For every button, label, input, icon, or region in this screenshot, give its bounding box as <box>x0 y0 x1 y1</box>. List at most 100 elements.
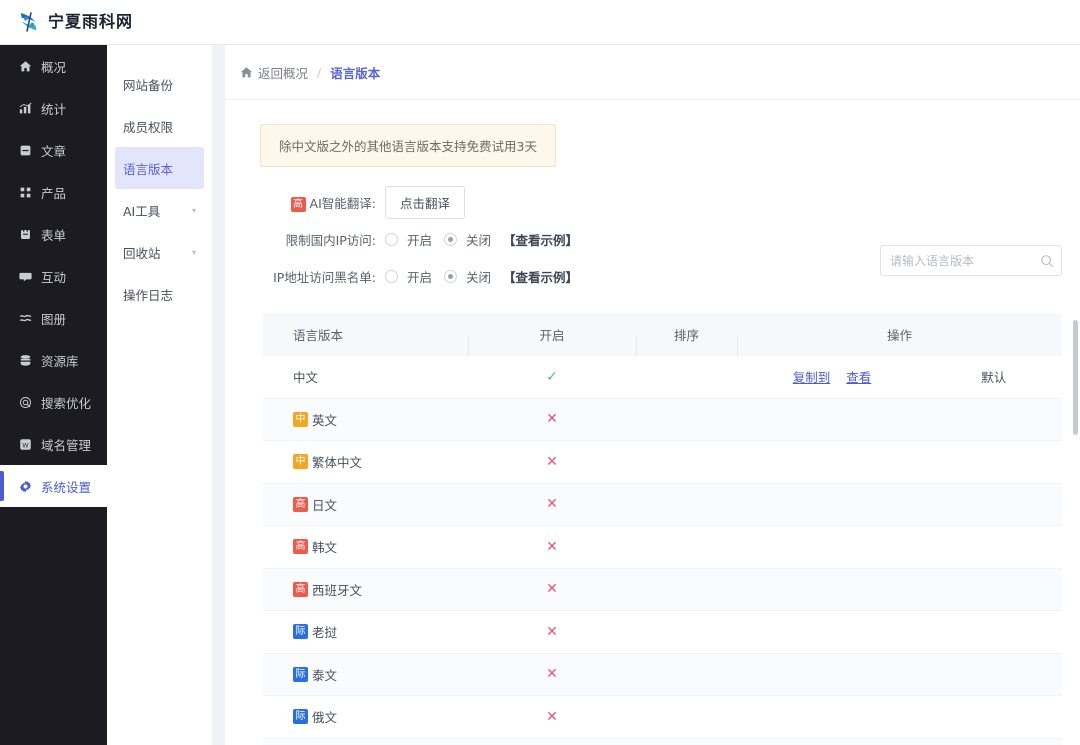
ip-blacklist-example-link[interactable]: 【查看示例】 <box>503 267 578 286</box>
ip-blacklist-off-radio[interactable] <box>444 269 458 283</box>
table-row[interactable]: 中繁体中文 ✕ <box>263 441 1062 484</box>
ip-blacklist-on-radio[interactable] <box>385 269 398 283</box>
ip-blacklist-off-option[interactable]: 关闭 <box>444 267 491 286</box>
language-name: 繁体中文 <box>312 455 363 471</box>
cell-enabled[interactable]: ✕ <box>468 539 636 555</box>
table-row[interactable]: 际俄文 ✕ <box>263 696 1062 739</box>
cross-icon[interactable]: ✕ <box>546 411 558 427</box>
cell-enabled[interactable]: ✕ <box>468 496 636 512</box>
sidebar-item-9[interactable]: W 域名管理 <box>0 423 107 465</box>
ip-restrict-label: 限制国内IP访问: <box>285 232 376 248</box>
subnav-item-label: AI工具 <box>123 203 161 219</box>
cross-icon[interactable]: ✕ <box>546 581 558 597</box>
table-body: 中文 ✓ 复制到 查看 默认中英文 ✕ 中繁体中文 ✕ 高日文 ✕ 高韩文 ✕ 高西班牙文 ✕ 际老挝 ✕ 际泰… <box>263 356 1062 745</box>
sidebar-item-1[interactable]: 统计 <box>0 87 107 129</box>
scrollbar-thumb[interactable] <box>1073 320 1078 435</box>
table-row[interactable]: 中英文 ✕ <box>263 398 1062 441</box>
subnav-item-label: 操作日志 <box>123 287 174 303</box>
table-row[interactable]: 高日文 ✕ <box>263 483 1062 526</box>
ip-restrict-on-label[interactable]: 开启 <box>407 230 432 249</box>
search-box[interactable] <box>880 245 1062 276</box>
database-icon <box>18 353 32 367</box>
language-name: 韩文 <box>312 540 338 556</box>
ip-blacklist-off-label[interactable]: 关闭 <box>466 267 491 286</box>
cell-enabled[interactable]: ✕ <box>468 666 636 682</box>
table-row[interactable]: 际老挝 ✕ <box>263 611 1062 654</box>
cell-enabled[interactable]: ✕ <box>468 581 636 597</box>
table-row[interactable]: 高西班牙文 ✕ <box>263 568 1062 611</box>
table-header-cell-0: 语言版本 <box>293 328 344 343</box>
subnav-item-5[interactable]: 操作日志 <box>115 273 204 315</box>
search-input[interactable] <box>890 253 1040 268</box>
ip-blacklist-on-option[interactable]: 开启 <box>385 267 432 286</box>
chevron-down-icon[interactable]: ▾ <box>192 206 196 215</box>
sidebar-item-8[interactable]: 搜索优化 <box>0 381 107 423</box>
sidebar-item-label: 文章 <box>41 143 67 159</box>
search-icon[interactable] <box>1040 254 1054 268</box>
cross-icon[interactable]: ✕ <box>546 539 558 555</box>
cross-icon[interactable]: ✕ <box>546 454 558 470</box>
brand-name: 宁夏雨科网 <box>48 12 134 31</box>
secondary-nav: 网站备份成员权限语言版本 AI工具 ▾ 回收站 ▾ 操作日志 <box>107 45 212 745</box>
ip-restrict-on-radio[interactable] <box>385 232 398 246</box>
chart-icon <box>18 101 32 115</box>
cross-icon[interactable]: ✕ <box>546 666 558 682</box>
action-link-1[interactable]: 查看 <box>846 367 871 386</box>
subnav-item-2[interactable]: 语言版本 <box>115 147 204 189</box>
chevron-down-icon[interactable]: ▾ <box>192 248 196 257</box>
cell-enabled[interactable]: ✕ <box>468 454 636 470</box>
ip-restrict-off-label[interactable]: 关闭 <box>466 230 491 249</box>
trial-notice: 除中文版之外的其他语言版本支持免费试用3天 <box>260 124 556 167</box>
ip-restrict-example-link[interactable]: 【查看示例】 <box>503 230 578 249</box>
sidebar-item-3[interactable]: 产品 <box>0 171 107 213</box>
breadcrumb-back-link[interactable]: 返回概况 <box>258 63 308 82</box>
sidebar-item-0[interactable]: 概况 <box>0 45 107 87</box>
ip-restrict-on-option[interactable]: 开启 <box>385 230 432 249</box>
cell-enabled[interactable]: ✓ <box>468 369 636 385</box>
cross-icon[interactable]: ✕ <box>546 624 558 640</box>
table-row[interactable]: 际泰文 ✕ <box>263 653 1062 696</box>
subnav-item-label: 语言版本 <box>123 161 174 177</box>
ip-restrict-off-radio[interactable] <box>444 232 458 246</box>
sidebar-item-10[interactable]: 系统设置 <box>0 465 107 507</box>
cell-enabled[interactable]: ✕ <box>468 411 636 427</box>
sidebar-item-label: 统计 <box>41 101 67 117</box>
ip-restrict-off-option[interactable]: 关闭 <box>444 230 491 249</box>
action-link-0[interactable]: 复制到 <box>793 367 831 386</box>
ai-translate-label-text: AI智能翻译: <box>309 195 376 211</box>
check-icon[interactable]: ✓ <box>546 369 558 385</box>
language-name: 西班牙文 <box>312 582 363 598</box>
subnav-item-4[interactable]: 回收站 ▾ <box>115 231 204 273</box>
sidebar-item-7[interactable]: 资源库 <box>0 339 107 381</box>
table-row[interactable]: 中文 ✓ 复制到 查看 默认 <box>263 356 1062 399</box>
sidebar-item-label: 产品 <box>41 185 67 201</box>
sidebar-item-label: 概况 <box>41 59 67 75</box>
brand-logo[interactable]: 宁夏雨科网 <box>0 9 133 35</box>
subnav-item-1[interactable]: 成员权限 <box>115 105 204 147</box>
subnav-item-label: 回收站 <box>123 245 161 261</box>
table-row[interactable]: 际法文✕ <box>263 738 1062 745</box>
sidebar-item-label: 图册 <box>41 311 67 327</box>
translate-button[interactable]: 点击翻译 <box>385 185 466 219</box>
subnav-item-label: 网站备份 <box>123 77 174 93</box>
table-header-cell-1: 开启 <box>468 325 636 356</box>
article-icon <box>18 143 32 157</box>
ip-blacklist-on-label[interactable]: 开启 <box>407 267 432 286</box>
cell-enabled[interactable]: ✕ <box>468 624 636 640</box>
cell-language: 际泰文 <box>263 665 468 684</box>
table-row[interactable]: 高韩文 ✕ <box>263 526 1062 569</box>
cross-icon[interactable]: ✕ <box>546 496 558 512</box>
sidebar-item-2[interactable]: 文章 <box>0 129 107 171</box>
badge-intl: 际 <box>293 709 308 725</box>
sidebar-item-4[interactable]: 表单 <box>0 213 107 255</box>
breadcrumb-current[interactable]: 语言版本 <box>330 63 380 82</box>
domain-icon: W <box>18 437 32 451</box>
cross-icon[interactable]: ✕ <box>546 709 558 725</box>
subnav-item-0[interactable]: 网站备份 <box>115 63 204 105</box>
cell-enabled[interactable]: ✕ <box>468 709 636 725</box>
language-table: 语言版本 开启 排序 操作 中文 ✓ 复制到 查看 默认中英文 ✕ 中繁体中文 ✕ 高日文 ✕ 高韩文 ✕ 高… <box>263 313 1062 745</box>
svg-text:W: W <box>22 442 29 449</box>
sidebar-item-5[interactable]: 互动 <box>0 255 107 297</box>
subnav-item-3[interactable]: AI工具 ▾ <box>115 189 204 231</box>
sidebar-item-6[interactable]: 图册 <box>0 297 107 339</box>
